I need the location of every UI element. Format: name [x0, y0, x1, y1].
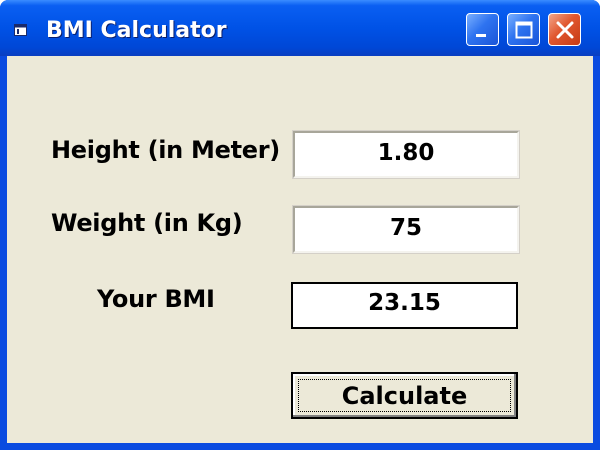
weight-input[interactable]: 75: [292, 205, 520, 254]
window-title: BMI Calculator: [46, 18, 227, 43]
weight-label: Weight (in Kg): [51, 209, 243, 237]
bmi-label: Your BMI: [97, 285, 215, 313]
form-client-area: Height (in Meter) 1.80 Weight (in Kg) 75…: [7, 56, 593, 443]
height-label: Height (in Meter): [51, 136, 280, 164]
bmi-calculator-window: BMI Calculator Height (in Meter) 1.80 We…: [0, 0, 600, 450]
close-button[interactable]: [548, 13, 581, 46]
calculate-button[interactable]: Calculate: [291, 372, 518, 419]
calculate-button-label: Calculate: [341, 382, 468, 410]
maximize-icon: [515, 21, 533, 39]
title-bar[interactable]: BMI Calculator: [0, 0, 600, 56]
minimize-icon: [476, 34, 486, 37]
minimize-button[interactable]: [466, 13, 499, 46]
height-input[interactable]: 1.80: [292, 130, 520, 179]
close-icon: [556, 21, 574, 39]
window-app-icon: [14, 24, 27, 36]
maximize-button[interactable]: [507, 13, 540, 46]
bmi-result-display: 23.15: [291, 282, 518, 329]
